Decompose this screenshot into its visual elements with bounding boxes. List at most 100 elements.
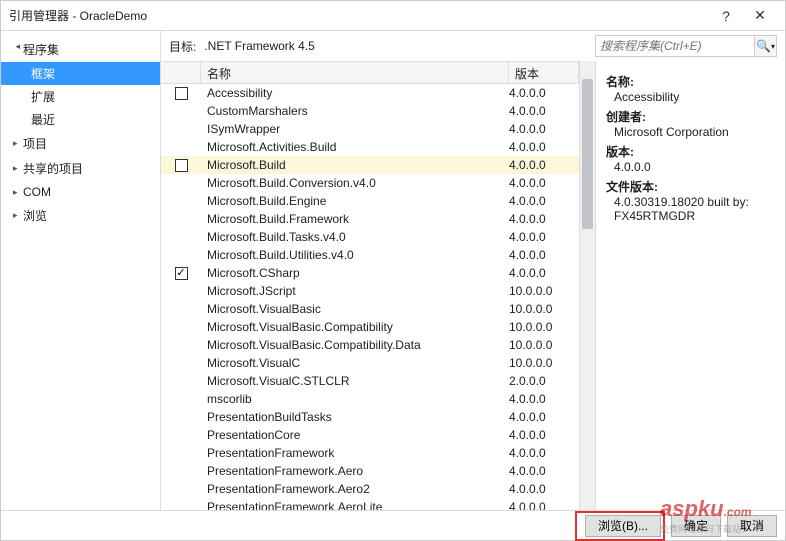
detail-name-label: 名称: (606, 73, 775, 90)
column-headers: 名称 版本 (161, 62, 579, 84)
row-version: 10.0.0.0 (509, 302, 579, 316)
header-name[interactable]: 名称 (201, 62, 509, 83)
row-name: mscorlib (201, 392, 509, 406)
row-checkbox[interactable] (175, 87, 188, 100)
sidebar-group-label: 项目 (23, 135, 47, 152)
row-name: ISymWrapper (201, 122, 509, 136)
table-row[interactable]: Microsoft.VisualBasic.Compatibility.Data… (161, 336, 579, 354)
title-bar: 引用管理器 - OracleDemo ? ✕ (1, 1, 785, 31)
sidebar-group[interactable]: ▸共享的项目 (1, 156, 160, 181)
detail-creator-label: 创建者: (606, 108, 775, 125)
search-icon: 🔍 (756, 39, 771, 53)
table-row[interactable]: CustomMarshalers4.0.0.0 (161, 102, 579, 120)
table-row[interactable]: PresentationFramework.Aero24.0.0.0 (161, 480, 579, 498)
sidebar-group-label: 程序集 (23, 41, 59, 58)
table-row[interactable]: Microsoft.CSharp4.0.0.0 (161, 264, 579, 282)
cancel-button[interactable]: 取消 (727, 515, 777, 537)
search-button[interactable]: 🔍 ▾ (755, 35, 777, 57)
row-name: Microsoft.JScript (201, 284, 509, 298)
table-row[interactable]: Microsoft.VisualC.STLCLR2.0.0.0 (161, 372, 579, 390)
scrollbar[interactable] (579, 61, 595, 510)
row-name: PresentationFramework.AeroLite (201, 500, 509, 510)
row-version: 10.0.0.0 (509, 320, 579, 334)
chevron-icon: ▾ (13, 45, 24, 55)
row-name: Microsoft.VisualBasic.Compatibility.Data (201, 338, 509, 352)
table-row[interactable]: PresentationCore4.0.0.0 (161, 426, 579, 444)
sidebar-item[interactable]: 扩展 (1, 85, 160, 108)
table-row[interactable]: Microsoft.JScript10.0.0.0 (161, 282, 579, 300)
table-row[interactable]: PresentationFramework.Aero4.0.0.0 (161, 462, 579, 480)
row-name: PresentationBuildTasks (201, 410, 509, 424)
header-checkbox[interactable] (161, 62, 201, 83)
target-value: .NET Framework 4.5 (204, 39, 314, 53)
window-title: 引用管理器 - OracleDemo (9, 7, 709, 24)
row-version: 4.0.0.0 (509, 158, 579, 172)
scroll-thumb[interactable] (582, 79, 593, 229)
table-row[interactable]: Microsoft.Build.Tasks.v4.04.0.0.0 (161, 228, 579, 246)
row-name: Microsoft.Activities.Build (201, 140, 509, 154)
table-row[interactable]: Accessibility4.0.0.0 (161, 84, 579, 102)
detail-filever-value1: 4.0.30319.18020 built by: (614, 195, 775, 209)
detail-name-value: Accessibility (614, 90, 775, 104)
row-version: 2.0.0.0 (509, 374, 579, 388)
details-panel: 名称: Accessibility 创建者: Microsoft Corpora… (595, 61, 785, 510)
sidebar-item[interactable]: 框架 (1, 62, 160, 85)
table-row[interactable]: Microsoft.VisualBasic.Compatibility10.0.… (161, 318, 579, 336)
table-row[interactable]: Microsoft.Build.Utilities.v4.04.0.0.0 (161, 246, 579, 264)
detail-version-value: 4.0.0.0 (614, 160, 775, 174)
table-row[interactable]: Microsoft.Build.Framework4.0.0.0 (161, 210, 579, 228)
table-row[interactable]: PresentationFramework4.0.0.0 (161, 444, 579, 462)
close-button[interactable]: ✕ (743, 2, 777, 30)
sidebar-group[interactable]: ▸项目 (1, 131, 160, 156)
row-version: 4.0.0.0 (509, 248, 579, 262)
row-version: 4.0.0.0 (509, 212, 579, 226)
assembly-list[interactable]: Accessibility4.0.0.0CustomMarshalers4.0.… (161, 84, 579, 510)
sidebar-group[interactable]: ▾程序集 (1, 37, 160, 62)
table-row[interactable]: Microsoft.VisualBasic10.0.0.0 (161, 300, 579, 318)
row-name: Microsoft.VisualBasic.Compatibility (201, 320, 509, 334)
row-name: Microsoft.Build (201, 158, 509, 172)
sidebar-group[interactable]: ▸COM (1, 181, 160, 203)
sidebar-group-label: COM (23, 185, 51, 199)
table-row[interactable]: Microsoft.VisualC10.0.0.0 (161, 354, 579, 372)
footer: 浏览(B)... 确定 取消 (1, 510, 785, 540)
ok-button[interactable]: 确定 (671, 515, 721, 537)
row-checkbox[interactable] (175, 159, 188, 172)
sidebar-item[interactable]: 最近 (1, 108, 160, 131)
table-row[interactable]: Microsoft.Activities.Build4.0.0.0 (161, 138, 579, 156)
row-name: Microsoft.Build.Engine (201, 194, 509, 208)
detail-creator-value: Microsoft Corporation (614, 125, 775, 139)
row-version: 10.0.0.0 (509, 338, 579, 352)
table-row[interactable]: Microsoft.Build.Engine4.0.0.0 (161, 192, 579, 210)
search-input[interactable] (595, 35, 755, 57)
table-row[interactable]: ISymWrapper4.0.0.0 (161, 120, 579, 138)
header-version[interactable]: 版本 (509, 62, 579, 83)
row-version: 10.0.0.0 (509, 284, 579, 298)
row-version: 4.0.0.0 (509, 482, 579, 496)
sidebar-group[interactable]: ▸浏览 (1, 203, 160, 228)
row-version: 4.0.0.0 (509, 86, 579, 100)
chevron-icon: ▸ (13, 138, 23, 149)
chevron-icon: ▸ (13, 163, 23, 174)
row-name: PresentationFramework (201, 446, 509, 460)
help-button[interactable]: ? (709, 2, 743, 30)
row-checkbox[interactable] (175, 267, 188, 280)
table-row[interactable]: PresentationBuildTasks4.0.0.0 (161, 408, 579, 426)
table-row[interactable]: Microsoft.Build4.0.0.0 (161, 156, 579, 174)
row-name: Accessibility (201, 86, 509, 100)
row-name: Microsoft.VisualBasic (201, 302, 509, 316)
table-row[interactable]: Microsoft.Build.Conversion.v4.04.0.0.0 (161, 174, 579, 192)
row-name: PresentationFramework.Aero2 (201, 482, 509, 496)
row-version: 4.0.0.0 (509, 194, 579, 208)
row-version: 4.0.0.0 (509, 122, 579, 136)
browse-button[interactable]: 浏览(B)... (585, 515, 661, 537)
table-row[interactable]: PresentationFramework.AeroLite4.0.0.0 (161, 498, 579, 510)
table-row[interactable]: mscorlib4.0.0.0 (161, 390, 579, 408)
row-name: PresentationFramework.Aero (201, 464, 509, 478)
row-name: Microsoft.Build.Utilities.v4.0 (201, 248, 509, 262)
row-version: 4.0.0.0 (509, 266, 579, 280)
row-version: 4.0.0.0 (509, 392, 579, 406)
detail-filever-value2: FX45RTMGDR (614, 209, 775, 223)
dropdown-icon: ▾ (771, 42, 775, 51)
detail-filever-label: 文件版本: (606, 178, 775, 195)
